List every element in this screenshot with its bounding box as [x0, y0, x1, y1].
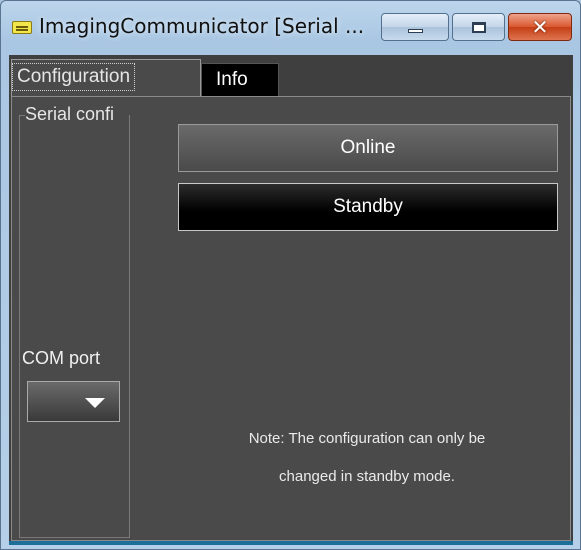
note-line-1: Note: The configuration can only be — [248, 430, 486, 447]
tab-info[interactable]: Info — [201, 63, 279, 97]
com-port-dropdown[interactable] — [27, 381, 120, 422]
chevron-down-icon — [85, 398, 105, 408]
app-window: ImagingCommunicator [Serial ... ✕ Config… — [0, 0, 581, 550]
minimize-icon — [408, 29, 423, 33]
close-icon: ✕ — [531, 15, 549, 39]
com-port-label: COM port — [22, 348, 101, 368]
maximize-icon — [472, 22, 486, 33]
client-area: Configuration Info Serial confi COM port… — [9, 55, 573, 545]
tab-configuration[interactable]: Configuration — [11, 59, 201, 97]
note-text: Note: The configuration can only be chan… — [162, 420, 572, 496]
serial-config-title: Serial confi — [25, 104, 129, 125]
online-button[interactable]: Online — [178, 124, 558, 172]
note-line-2: changed in standby mode. — [279, 468, 455, 485]
tab-info-label: Info — [216, 69, 248, 90]
tab-strip: Configuration Info — [9, 55, 573, 97]
title-bar[interactable]: ImagingCommunicator [Serial ... ✕ — [1, 1, 580, 55]
close-button[interactable]: ✕ — [508, 13, 572, 41]
tab-configuration-label: Configuration — [12, 63, 136, 91]
window-title: ImagingCommunicator [Serial ... — [39, 14, 365, 38]
minimize-button[interactable] — [381, 13, 449, 41]
serial-config-group: Serial confi COM port — [19, 104, 130, 538]
configuration-panel: Serial confi COM port Online Standby Not… — [11, 96, 571, 541]
maximize-button[interactable] — [452, 13, 505, 41]
bottom-accent-line — [9, 541, 573, 545]
standby-button[interactable]: Standby — [178, 183, 558, 231]
app-icon — [12, 21, 32, 34]
